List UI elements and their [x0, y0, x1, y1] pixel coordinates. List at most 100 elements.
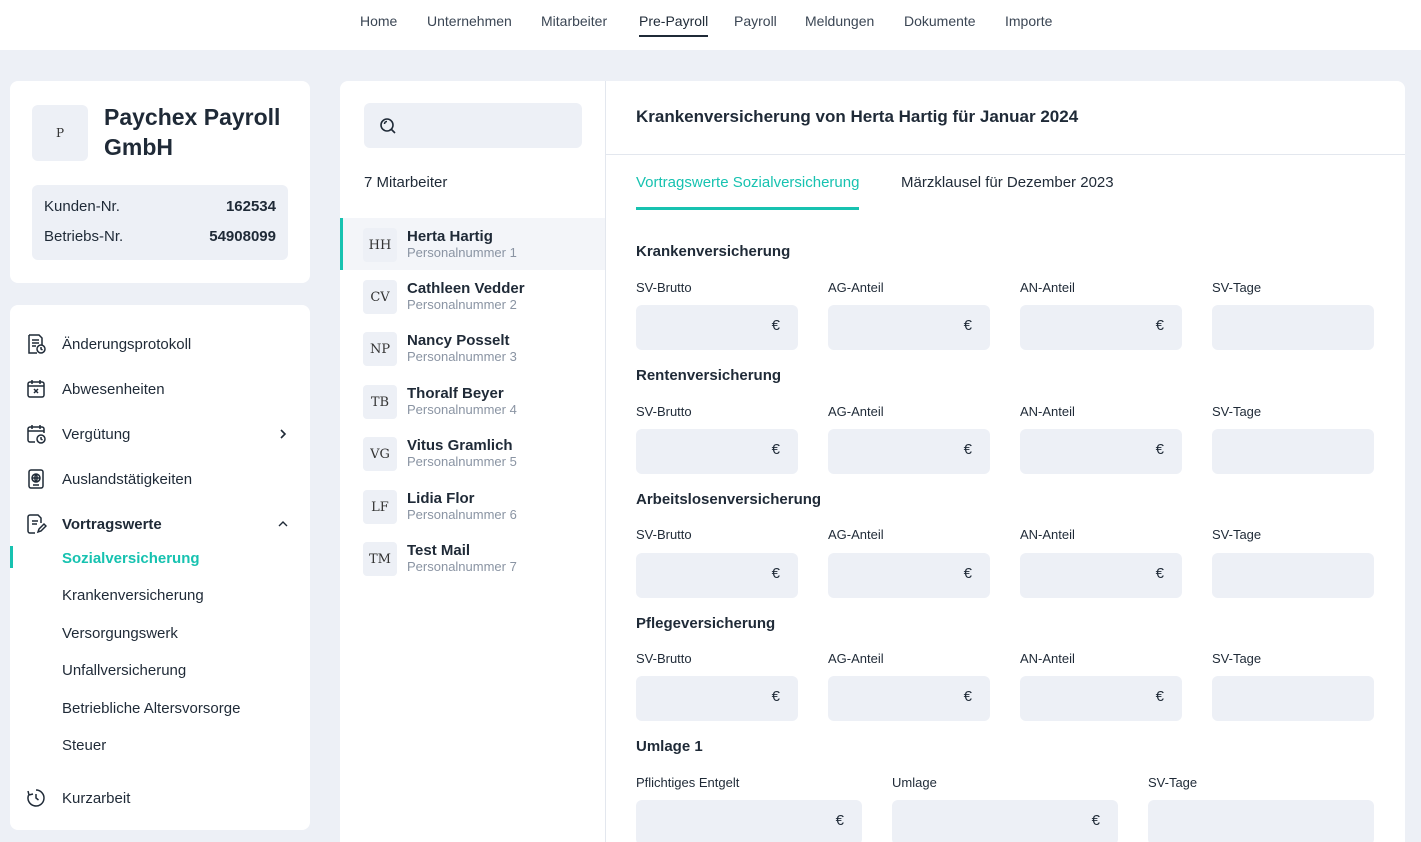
divider	[606, 154, 1405, 155]
field-label: AN-Anteil	[1020, 404, 1075, 419]
pv-ag-anteil-input[interactable]: €	[828, 676, 990, 721]
active-indicator	[10, 546, 13, 568]
euro-icon: €	[835, 812, 844, 829]
nav-dokumente[interactable]: Dokumente	[904, 13, 976, 35]
field-label: SV-Tage	[1212, 280, 1262, 295]
pv-sv-tage-input[interactable]	[1212, 676, 1374, 721]
field-label: SV-Tage	[1148, 775, 1198, 790]
nav-payroll[interactable]: Payroll	[734, 13, 777, 35]
sidebar-item-verguetung[interactable]: Vergütung	[10, 419, 310, 449]
employee-name: Cathleen Vedder	[407, 280, 525, 297]
section-title-rentenversicherung: Rentenversicherung	[636, 367, 782, 384]
euro-icon: €	[771, 441, 780, 458]
pv-an-anteil-input[interactable]: €	[1020, 676, 1182, 721]
employee-list-item[interactable]: LF Lidia Flor Personalnummer 6	[340, 480, 605, 532]
nav-mitarbeiter[interactable]: Mitarbeiter	[541, 13, 607, 35]
nav-pre-payroll[interactable]: Pre-Payroll	[639, 13, 709, 37]
field-label: SV-Brutto	[636, 651, 692, 666]
euro-icon: €	[1155, 688, 1164, 705]
top-navigation: Home Unternehmen Mitarbeiter Pre-Payroll…	[0, 0, 1421, 50]
rv-ag-anteil-input[interactable]: €	[828, 429, 990, 474]
customer-number-row: Kunden-Nr. 162534	[44, 196, 276, 226]
kv-ag-anteil-input[interactable]: €	[828, 305, 990, 350]
employee-list-item[interactable]: CV Cathleen Vedder Personalnummer 2	[340, 270, 605, 322]
employee-number: Personalnummer 6	[407, 507, 517, 522]
active-indicator	[340, 218, 343, 270]
euro-icon: €	[1091, 812, 1100, 829]
rv-an-anteil-input[interactable]: €	[1020, 429, 1182, 474]
nav-unternehmen[interactable]: Unternehmen	[427, 13, 512, 35]
main-panel: Krankenversicherung von Herta Hartig für…	[606, 81, 1405, 842]
rv-sv-tage-input[interactable]	[1212, 429, 1374, 474]
section-title-arbeitslosenversicherung: Arbeitslosenversicherung	[636, 491, 822, 508]
euro-icon: €	[963, 688, 972, 705]
pv-sv-brutto-input[interactable]: €	[636, 676, 798, 721]
submenu-item-krankenversicherung[interactable]: Krankenversicherung	[10, 581, 310, 609]
company-name: Paychex Payroll GmbH	[104, 104, 281, 160]
nav-importe[interactable]: Importe	[1005, 13, 1052, 35]
tab-maerzklausel[interactable]: Märzklausel für Dezember 2023	[901, 174, 1114, 207]
calendar-clock-icon	[25, 423, 47, 445]
sidebar-item-aenderungsprotokoll[interactable]: Änderungsprotokoll	[10, 329, 310, 359]
av-sv-tage-input[interactable]	[1212, 553, 1374, 598]
employee-list-item[interactable]: HH Herta Hartig Personalnummer 1	[340, 218, 605, 270]
submenu-item-versorgungswerk[interactable]: Versorgungswerk	[10, 619, 310, 647]
kv-sv-tage-input[interactable]	[1212, 305, 1374, 350]
employee-number: Personalnummer 1	[407, 245, 517, 260]
submenu-item-sozialversicherung[interactable]: Sozialversicherung	[10, 544, 310, 572]
kv-an-anteil-input[interactable]: €	[1020, 305, 1182, 350]
section-title-krankenversicherung: Krankenversicherung	[636, 243, 791, 260]
submenu-item-label: Sozialversicherung	[62, 549, 200, 567]
kv-sv-brutto-input[interactable]: €	[636, 305, 798, 350]
employee-name: Herta Hartig	[407, 228, 493, 245]
sidebar-item-kurzarbeit[interactable]: Kurzarbeit	[10, 783, 310, 813]
calendar-x-icon	[25, 378, 47, 400]
employee-count: 7 Mitarbeiter	[364, 174, 448, 191]
sidebar-item-label: Kurzarbeit	[62, 789, 131, 807]
avatar: NP	[363, 332, 397, 366]
field-label: Umlage	[892, 775, 937, 790]
field-label: SV-Tage	[1212, 651, 1262, 666]
nav-meldungen[interactable]: Meldungen	[805, 13, 874, 35]
field-label: SV-Brutto	[636, 280, 692, 295]
field-label: AG-Anteil	[828, 651, 884, 666]
submenu-item-unfallversicherung[interactable]: Unfallversicherung	[10, 656, 310, 684]
search-box	[364, 103, 582, 148]
employee-number: Personalnummer 4	[407, 402, 517, 417]
operation-number-row: Betriebs-Nr. 54908099	[44, 226, 276, 256]
employee-list-item[interactable]: NP Nancy Posselt Personalnummer 3	[340, 322, 605, 374]
employee-name: Test Mail	[407, 542, 471, 559]
u1-sv-tage-input[interactable]	[1148, 800, 1374, 842]
av-ag-anteil-input[interactable]: €	[828, 553, 990, 598]
employee-panel: 7 Mitarbeiter HH Herta Hartig Personalnu…	[340, 81, 606, 842]
submenu-item-betriebliche-altersvorsorge[interactable]: Betriebliche Altersvorsorge	[10, 694, 310, 722]
u1-umlage-input[interactable]: €	[892, 800, 1118, 842]
employee-list-item[interactable]: TB Thoralf Beyer Personalnummer 4	[340, 375, 605, 427]
submenu-item-label: Versorgungswerk	[62, 624, 178, 642]
u1-pflichtiges-entgelt-input[interactable]: €	[636, 800, 862, 842]
passport-icon	[25, 468, 47, 490]
chevron-up-icon	[276, 517, 290, 531]
employee-list-item[interactable]: VG Vitus Gramlich Personalnummer 5	[340, 427, 605, 479]
employee-list-item[interactable]: TM Test Mail Personalnummer 7	[340, 532, 605, 584]
submenu-item-label: Krankenversicherung	[62, 586, 204, 604]
field-label: AN-Anteil	[1020, 280, 1075, 295]
nav-home[interactable]: Home	[360, 13, 397, 35]
tab-vortragswerte-sozialversicherung[interactable]: Vortragswerte Sozialversicherung	[636, 174, 860, 210]
search-input[interactable]	[408, 103, 578, 148]
edit-document-icon	[25, 513, 47, 535]
sidebar-item-auslandstaetigkeiten[interactable]: Auslandstätigkeiten	[10, 464, 310, 494]
rv-sv-brutto-input[interactable]: €	[636, 429, 798, 474]
avatar: HH	[363, 228, 397, 262]
euro-icon: €	[1155, 317, 1164, 334]
sidebar-item-abwesenheiten[interactable]: Abwesenheiten	[10, 374, 310, 404]
euro-icon: €	[771, 565, 780, 582]
employee-number: Personalnummer 7	[407, 559, 517, 574]
employee-name: Lidia Flor	[407, 490, 475, 507]
submenu-item-steuer[interactable]: Steuer	[10, 731, 310, 759]
euro-icon: €	[963, 441, 972, 458]
av-sv-brutto-input[interactable]: €	[636, 553, 798, 598]
sidebar-item-vortragswerte[interactable]: Vortragswerte	[10, 509, 310, 539]
euro-icon: €	[771, 317, 780, 334]
av-an-anteil-input[interactable]: €	[1020, 553, 1182, 598]
